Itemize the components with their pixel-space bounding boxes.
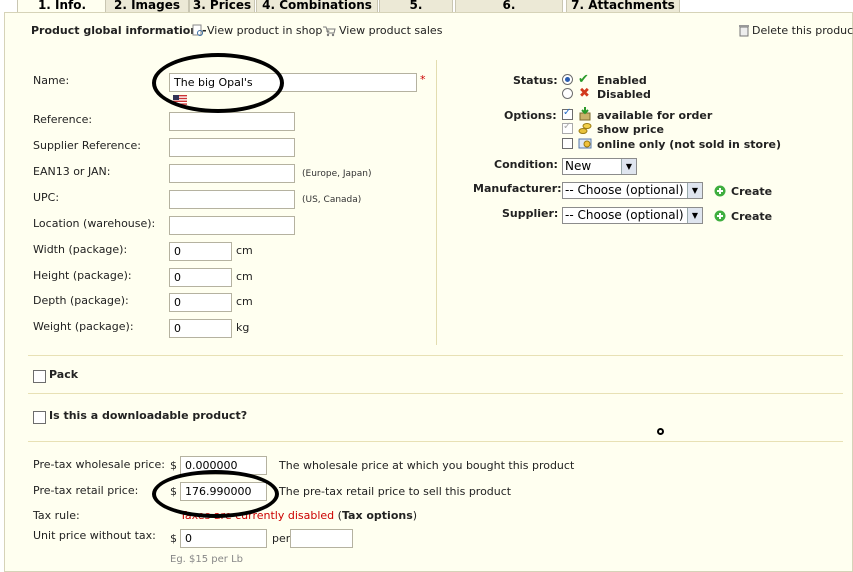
condition-value: New [565, 159, 592, 173]
height-input[interactable]: 0 [169, 268, 232, 287]
add-manufacturer-icon[interactable] [714, 185, 726, 197]
supplier-label: Supplier: [502, 207, 559, 220]
width-unit: cm [236, 244, 253, 257]
create-manufacturer-link[interactable]: Create [731, 185, 772, 198]
section-divider [28, 393, 843, 394]
online-store-icon [578, 136, 592, 150]
reference-label: Reference: [33, 113, 93, 126]
cursor-indicator [657, 428, 664, 435]
tab-info-label: 1. Info. [37, 0, 87, 12]
unit-price-input[interactable]: 0 [180, 529, 267, 548]
status-label: Status: [513, 74, 558, 87]
cross-icon: ✖ [579, 86, 590, 101]
online-only-label: online only (not sold in store) [597, 138, 781, 151]
weight-label: Weight (package): [33, 320, 134, 333]
chevron-down-icon: ▼ [621, 159, 636, 174]
available-for-order-checkbox[interactable] [562, 107, 573, 120]
width-input[interactable]: 0 [169, 242, 232, 261]
manufacturer-label: Manufacturer: [473, 182, 562, 195]
view-in-shop-link[interactable]: View product in shop - [207, 24, 330, 37]
upc-label: UPC: [33, 191, 60, 204]
coins-icon [578, 121, 592, 135]
ean-hint: (Europe, Japan) [302, 169, 372, 179]
add-supplier-icon[interactable] [714, 210, 726, 222]
location-label: Location (warehouse): [33, 217, 156, 230]
wholesale-price-hint: The wholesale price at which you bought … [279, 459, 575, 472]
weight-input[interactable]: 0 [169, 319, 232, 338]
name-label: Name: [33, 74, 70, 87]
upc-input[interactable] [169, 190, 295, 209]
chevron-down-icon: ▼ [687, 183, 702, 198]
tax-options-link[interactable]: Tax options [342, 509, 413, 522]
supplier-value: -- Choose (optional) -- [565, 208, 697, 222]
manufacturer-value: -- Choose (optional) -- [565, 183, 697, 197]
annotation-ellipse-price [152, 470, 279, 518]
delete-product-link[interactable]: Delete this product [752, 24, 853, 37]
height-label: Height (package): [33, 269, 132, 282]
unit-price-hint: Eg. $15 per Lb [170, 554, 243, 565]
show-price-label: show price [597, 123, 664, 136]
check-icon: ✔ [578, 72, 589, 87]
magnifier-page-icon [192, 24, 204, 37]
width-label: Width (package): [33, 243, 128, 256]
ean-label: EAN13 or JAN: [33, 165, 111, 178]
status-enabled-label: Enabled [597, 74, 647, 87]
pack-label: Pack [49, 368, 79, 381]
tax-options-open: ( [334, 509, 342, 522]
weight-unit: kg [236, 321, 250, 334]
supplier-reference-label: Supplier Reference: [33, 139, 141, 152]
available-for-order-label: available for order [597, 109, 713, 122]
tax-options-close: ) [412, 509, 418, 522]
depth-input[interactable]: 0 [169, 293, 232, 312]
status-disabled-label: Disabled [597, 88, 651, 101]
location-input[interactable] [169, 216, 295, 235]
online-only-checkbox[interactable] [562, 138, 573, 149]
section-title: Product global information - [31, 24, 207, 37]
trash-icon [739, 24, 749, 37]
section-divider [28, 355, 843, 356]
condition-select[interactable]: New ▼ [562, 158, 637, 175]
column-divider [436, 60, 437, 345]
height-unit: cm [236, 270, 253, 283]
annotation-ellipse-name [152, 53, 284, 113]
unit-input[interactable] [290, 529, 353, 548]
view-sales-link[interactable]: View product sales [339, 24, 442, 37]
section-divider [28, 441, 843, 442]
required-marker: * [420, 73, 426, 86]
condition-label: Condition: [494, 158, 558, 171]
per-label: per [272, 532, 291, 545]
tab-prices-label: 3. Prices [192, 0, 252, 12]
wholesale-currency: $ [170, 459, 177, 472]
cart-icon [322, 24, 336, 37]
create-supplier-link[interactable]: Create [731, 210, 772, 223]
depth-unit: cm [236, 295, 253, 308]
retail-price-label: Pre-tax retail price: [33, 484, 139, 497]
downloadable-checkbox[interactable] [33, 411, 46, 424]
status-disabled-radio[interactable] [562, 88, 573, 99]
manufacturer-select[interactable]: -- Choose (optional) -- ▼ [562, 182, 703, 199]
wholesale-price-label: Pre-tax wholesale price: [33, 458, 165, 471]
reference-input[interactable] [169, 112, 295, 131]
upc-hint: (US, Canada) [302, 195, 362, 205]
show-price-checkbox[interactable] [562, 121, 573, 134]
status-enabled-radio[interactable] [562, 74, 573, 85]
supplier-reference-input[interactable] [169, 138, 295, 157]
unit-price-currency: $ [170, 532, 177, 545]
tax-rule-label: Tax rule: [33, 509, 80, 522]
unit-price-label: Unit price without tax: [33, 529, 156, 542]
ean-input[interactable] [169, 164, 295, 183]
downloadable-label: Is this a downloadable product? [49, 409, 248, 422]
box-arrow-icon [578, 107, 592, 121]
options-label: Options: [504, 109, 557, 122]
chevron-down-icon: ▼ [687, 208, 702, 223]
retail-price-hint: The pre-tax retail price to sell this pr… [279, 485, 512, 498]
supplier-select[interactable]: -- Choose (optional) -- ▼ [562, 207, 703, 224]
pack-checkbox[interactable] [33, 370, 46, 383]
depth-label: Depth (package): [33, 294, 129, 307]
